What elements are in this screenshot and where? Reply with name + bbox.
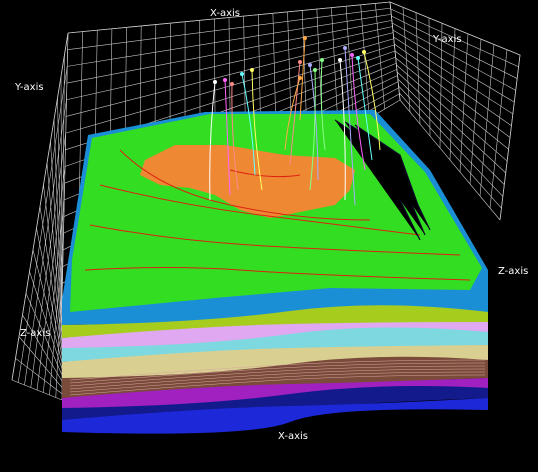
wellhead-marker xyxy=(356,56,360,60)
reservoir-3d-scene[interactable] xyxy=(0,0,538,468)
z-axis-label-right: Z-axis xyxy=(498,266,528,277)
z-axis-label-left: Z-axis xyxy=(20,328,50,339)
wellhead-marker xyxy=(250,68,254,72)
wellhead-marker xyxy=(240,72,244,76)
wellhead-marker xyxy=(313,68,317,72)
wellhead-marker xyxy=(213,80,217,84)
wellhead-marker xyxy=(320,58,324,62)
x-axis-label-bottom: X-axis xyxy=(278,431,308,442)
wellhead-marker xyxy=(230,82,234,86)
wellhead-marker xyxy=(338,58,342,62)
wellhead-marker xyxy=(303,36,307,40)
wellhead-marker xyxy=(308,63,312,67)
y-axis-label-right: Y-axis xyxy=(433,34,462,45)
wellhead-marker xyxy=(298,60,302,64)
3d-viewport[interactable]: X-axis Y-axis Y-axis Z-axis Z-axis X-axi… xyxy=(0,0,538,468)
wellhead-marker xyxy=(298,76,302,80)
y-axis-label-left: Y-axis xyxy=(15,82,44,93)
wellhead-marker xyxy=(362,50,366,54)
x-axis-label-top: X-axis xyxy=(210,8,240,19)
wellhead-marker xyxy=(350,53,354,57)
wellhead-marker xyxy=(223,78,227,82)
wellhead-marker xyxy=(343,46,347,50)
terrain-surface xyxy=(62,110,488,325)
